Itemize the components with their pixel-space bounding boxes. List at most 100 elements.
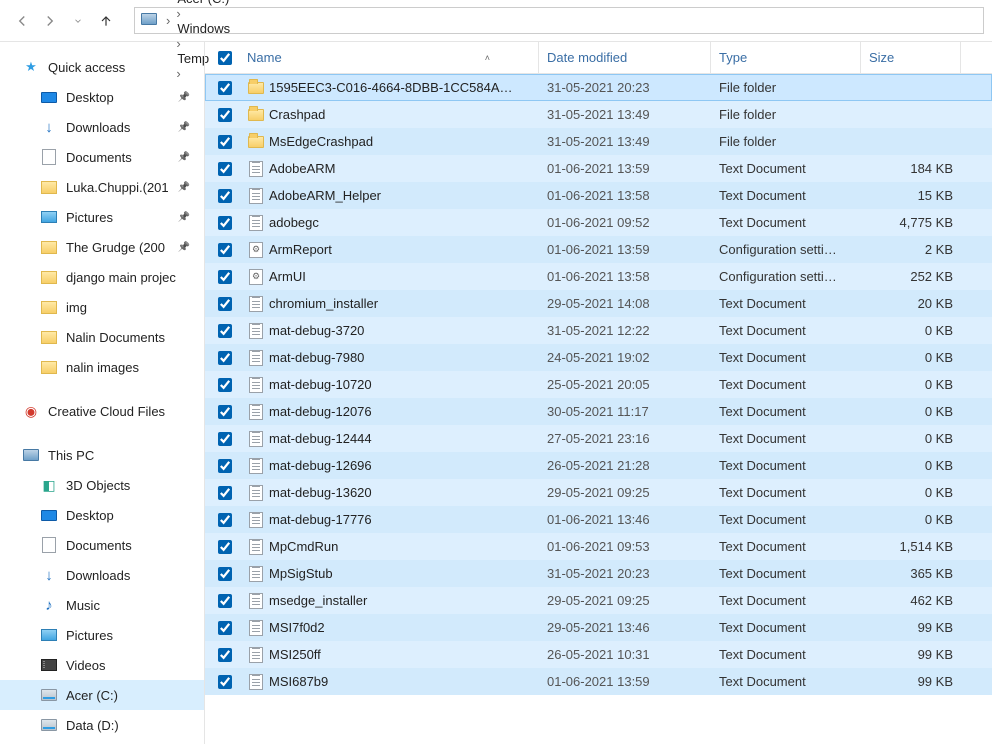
- file-name-cell[interactable]: AdobeARM: [239, 160, 539, 178]
- file-name-cell[interactable]: mat-debug-12076: [239, 403, 539, 421]
- nav-forward-button[interactable]: [36, 7, 64, 35]
- sidebar-item-pictures[interactable]: Pictures: [0, 620, 204, 650]
- file-name-cell[interactable]: adobegc: [239, 214, 539, 232]
- sidebar-item-the-grudge-200[interactable]: The Grudge (200📌: [0, 232, 204, 262]
- file-name-cell[interactable]: MsEdgeCrashpad: [239, 133, 539, 151]
- file-row[interactable]: msedge_installer29-05-2021 09:25Text Doc…: [205, 587, 992, 614]
- file-row[interactable]: ArmUI01-06-2021 13:58Configuration setti…: [205, 263, 992, 290]
- file-row[interactable]: mat-debug-372031-05-2021 12:22Text Docum…: [205, 317, 992, 344]
- sidebar-item-acer-c-[interactable]: Acer (C:): [0, 680, 204, 710]
- row-checkbox[interactable]: [209, 240, 239, 260]
- file-name-cell[interactable]: mat-debug-12444: [239, 430, 539, 448]
- file-row[interactable]: AdobeARM_Helper01-06-2021 13:58Text Docu…: [205, 182, 992, 209]
- file-row[interactable]: MsEdgeCrashpad31-05-2021 13:49File folde…: [205, 128, 992, 155]
- creative-cloud-item[interactable]: ◉ Creative Cloud Files: [0, 396, 204, 426]
- file-name-cell[interactable]: MSI687b9: [239, 673, 539, 691]
- sidebar-item-luka-chuppi-201[interactable]: Luka.Chuppi.(201📌: [0, 172, 204, 202]
- row-checkbox[interactable]: [209, 321, 239, 341]
- sidebar-item-documents[interactable]: Documents📌: [0, 142, 204, 172]
- chevron-right-icon[interactable]: ›: [163, 13, 173, 28]
- row-checkbox[interactable]: [209, 267, 239, 287]
- row-checkbox[interactable]: [209, 672, 239, 692]
- address-bar[interactable]: › This PC›Acer (C:)›Windows›Temp›: [134, 7, 984, 34]
- row-checkbox[interactable]: [209, 645, 239, 665]
- file-name-cell[interactable]: 1595EEC3-C016-4664-8DBB-1CC584A…: [239, 79, 539, 97]
- breadcrumb-windows[interactable]: Windows: [173, 21, 234, 36]
- sidebar-item-downloads[interactable]: ↓Downloads: [0, 560, 204, 590]
- file-name-cell[interactable]: MSI250ff: [239, 646, 539, 664]
- column-header-name[interactable]: Name ˄: [239, 42, 539, 73]
- file-row[interactable]: mat-debug-1244427-05-2021 23:16Text Docu…: [205, 425, 992, 452]
- file-name-cell[interactable]: mat-debug-10720: [239, 376, 539, 394]
- file-row[interactable]: 1595EEC3-C016-4664-8DBB-1CC584A…31-05-20…: [205, 74, 992, 101]
- row-checkbox[interactable]: [209, 456, 239, 476]
- row-checkbox[interactable]: [209, 186, 239, 206]
- file-row[interactable]: MSI250ff26-05-2021 10:31Text Document99 …: [205, 641, 992, 668]
- row-checkbox[interactable]: [209, 348, 239, 368]
- file-row[interactable]: AdobeARM01-06-2021 13:59Text Document184…: [205, 155, 992, 182]
- file-row[interactable]: MSI687b901-06-2021 13:59Text Document99 …: [205, 668, 992, 695]
- file-name-cell[interactable]: MSI7f0d2: [239, 619, 539, 637]
- file-name-cell[interactable]: mat-debug-13620: [239, 484, 539, 502]
- row-checkbox[interactable]: [209, 78, 239, 98]
- sidebar-item-desktop[interactable]: Desktop📌: [0, 82, 204, 112]
- row-checkbox[interactable]: [209, 105, 239, 125]
- row-checkbox[interactable]: [209, 132, 239, 152]
- column-header-date[interactable]: Date modified: [539, 42, 711, 73]
- row-checkbox[interactable]: [209, 402, 239, 422]
- sidebar-item-pictures[interactable]: Pictures📌: [0, 202, 204, 232]
- file-row[interactable]: MpCmdRun01-06-2021 09:53Text Document1,5…: [205, 533, 992, 560]
- quick-access-header[interactable]: ★ Quick access: [0, 52, 204, 82]
- row-checkbox[interactable]: [209, 483, 239, 503]
- file-name-cell[interactable]: MpCmdRun: [239, 538, 539, 556]
- nav-back-button[interactable]: [8, 7, 36, 35]
- file-row[interactable]: mat-debug-798024-05-2021 19:02Text Docum…: [205, 344, 992, 371]
- select-all-checkbox[interactable]: [209, 42, 239, 73]
- file-row[interactable]: mat-debug-1207630-05-2021 11:17Text Docu…: [205, 398, 992, 425]
- row-checkbox[interactable]: [209, 159, 239, 179]
- file-row[interactable]: mat-debug-1362029-05-2021 09:25Text Docu…: [205, 479, 992, 506]
- row-checkbox[interactable]: [209, 618, 239, 638]
- file-name-cell[interactable]: chromium_installer: [239, 295, 539, 313]
- file-name-cell[interactable]: mat-debug-3720: [239, 322, 539, 340]
- file-name-cell[interactable]: MpSigStub: [239, 565, 539, 583]
- this-pc-header[interactable]: This PC: [0, 440, 204, 470]
- sidebar-item-img[interactable]: img: [0, 292, 204, 322]
- file-row[interactable]: Crashpad31-05-2021 13:49File folder: [205, 101, 992, 128]
- file-name-cell[interactable]: msedge_installer: [239, 592, 539, 610]
- file-row[interactable]: mat-debug-1072025-05-2021 20:05Text Docu…: [205, 371, 992, 398]
- file-name-cell[interactable]: ArmUI: [239, 268, 539, 286]
- file-row[interactable]: adobegc01-06-2021 09:52Text Document4,77…: [205, 209, 992, 236]
- file-row[interactable]: chromium_installer29-05-2021 14:08Text D…: [205, 290, 992, 317]
- column-header-type[interactable]: Type: [711, 42, 861, 73]
- row-checkbox[interactable]: [209, 591, 239, 611]
- file-name-cell[interactable]: mat-debug-17776: [239, 511, 539, 529]
- file-name-cell[interactable]: mat-debug-12696: [239, 457, 539, 475]
- breadcrumb-acer-c-[interactable]: Acer (C:): [173, 0, 234, 6]
- column-header-size[interactable]: Size: [861, 42, 961, 73]
- row-checkbox[interactable]: [209, 213, 239, 233]
- file-name-cell[interactable]: AdobeARM_Helper: [239, 187, 539, 205]
- sidebar-item-videos[interactable]: Videos: [0, 650, 204, 680]
- file-row[interactable]: ArmReport01-06-2021 13:59Configuration s…: [205, 236, 992, 263]
- sidebar-item-nalin-documents[interactable]: Nalin Documents: [0, 322, 204, 352]
- row-checkbox[interactable]: [209, 294, 239, 314]
- row-checkbox[interactable]: [209, 510, 239, 530]
- sidebar-item-desktop[interactable]: Desktop: [0, 500, 204, 530]
- file-row[interactable]: mat-debug-1269626-05-2021 21:28Text Docu…: [205, 452, 992, 479]
- file-name-cell[interactable]: Crashpad: [239, 106, 539, 124]
- row-checkbox[interactable]: [209, 375, 239, 395]
- file-row[interactable]: mat-debug-1777601-06-2021 13:46Text Docu…: [205, 506, 992, 533]
- file-row[interactable]: MSI7f0d229-05-2021 13:46Text Document99 …: [205, 614, 992, 641]
- file-row[interactable]: MpSigStub31-05-2021 20:23Text Document36…: [205, 560, 992, 587]
- file-name-cell[interactable]: ArmReport: [239, 241, 539, 259]
- sidebar-item-documents[interactable]: Documents: [0, 530, 204, 560]
- nav-recent-dropdown[interactable]: [64, 7, 92, 35]
- row-checkbox[interactable]: [209, 564, 239, 584]
- sidebar-item-nalin-images[interactable]: nalin images: [0, 352, 204, 382]
- file-name-cell[interactable]: mat-debug-7980: [239, 349, 539, 367]
- row-checkbox[interactable]: [209, 537, 239, 557]
- sidebar-item-3d-objects[interactable]: ◧3D Objects: [0, 470, 204, 500]
- sidebar-item-django-main-projec[interactable]: django main projec: [0, 262, 204, 292]
- sidebar-item-data-d-[interactable]: Data (D:): [0, 710, 204, 740]
